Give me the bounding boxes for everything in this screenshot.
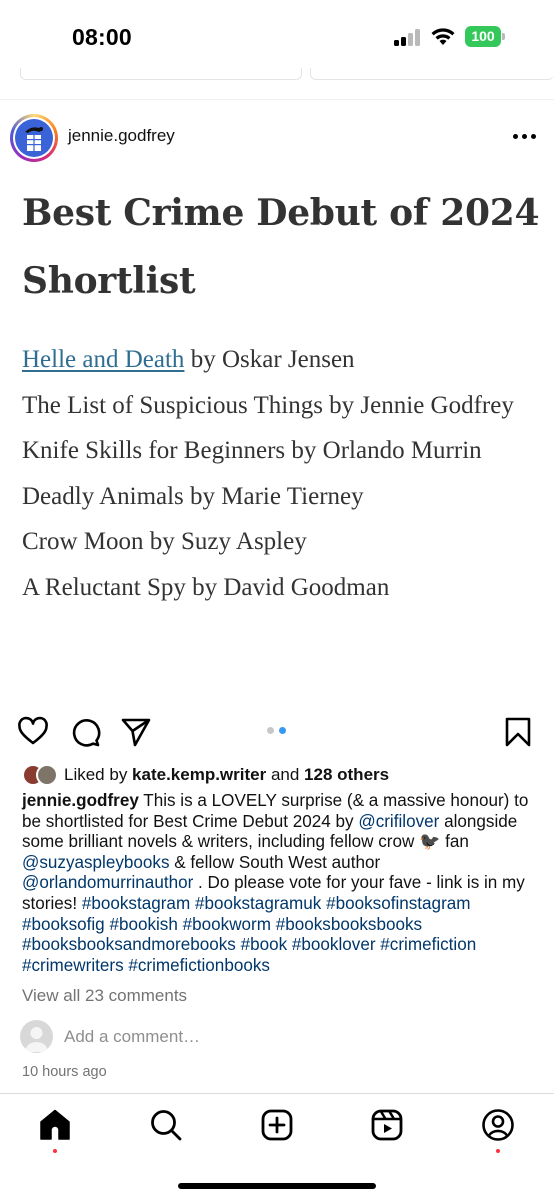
wifi-icon	[431, 28, 455, 45]
hashtag[interactable]: #bookstagramuk	[195, 894, 321, 913]
hashtag[interactable]: #bookstagram	[82, 894, 190, 913]
signal-icon	[394, 29, 422, 46]
book-item: Deadly Animals by Marie Tierney	[22, 482, 364, 510]
comment-icon[interactable]	[69, 716, 101, 748]
reels-icon[interactable]	[370, 1108, 404, 1142]
shortlist-title: Best Crime Debut of 2024 Shortlist	[22, 192, 540, 302]
hashtag[interactable]: #book	[241, 935, 288, 954]
home-icon[interactable]	[38, 1108, 72, 1142]
divider	[0, 99, 554, 100]
story-ring-avatar[interactable]	[10, 114, 58, 162]
hashtag[interactable]: #bookish	[109, 915, 177, 934]
mention[interactable]: @suzyaspleybooks	[22, 853, 170, 872]
book-item: A Reluctant Spy by David Goodman	[22, 573, 390, 601]
hashtag[interactable]: #booksofig	[22, 915, 105, 934]
hashtag[interactable]: #booksbooksbooks	[276, 915, 422, 934]
book-item: The List of Suspicious Things by Jennie …	[22, 391, 514, 419]
battery-icon: 100	[465, 26, 505, 47]
hashtag[interactable]: #crimefictionbooks	[128, 956, 270, 975]
hashtag[interactable]: #bookworm	[183, 915, 271, 934]
home-indicator[interactable]	[178, 1183, 376, 1189]
liker-username[interactable]: kate.kemp.writer	[132, 765, 266, 784]
post-image[interactable]: Best Crime Debut of 2024 Shortlist Helle…	[0, 165, 554, 705]
battery-level: 100	[465, 26, 501, 47]
view-all-comments-link[interactable]: View all 23 comments	[22, 986, 187, 1006]
book-item: Crow Moon by Suzy Aspley	[22, 528, 307, 555]
likes-row[interactable]: Liked by kate.kemp.writer and 128 others	[22, 764, 542, 786]
more-options-icon[interactable]	[513, 134, 537, 140]
current-user-avatar	[20, 1020, 53, 1053]
hashtag[interactable]: #booklover	[292, 935, 376, 954]
hashtag[interactable]: #booksbooksandmorebooks	[22, 935, 236, 954]
post-timestamp: 10 hours ago	[22, 1064, 107, 1080]
notification-dot	[496, 1149, 500, 1153]
caption-username[interactable]: jennie.godfrey	[22, 791, 139, 810]
hashtag[interactable]: #crimewriters	[22, 956, 124, 975]
book-list: Helle and Death by Oskar Jensen The List…	[22, 337, 552, 610]
book-item: Helle and Death by Oskar Jensen	[22, 346, 355, 373]
comment-input[interactable]	[64, 1027, 484, 1047]
likes-count[interactable]: 128 others	[304, 765, 389, 784]
crow-emoji: 🐦‍⬛	[419, 832, 441, 852]
share-icon[interactable]	[120, 716, 152, 748]
status-time: 08:00	[72, 24, 132, 50]
hashtag[interactable]: #crimefiction	[380, 935, 476, 954]
notification-dot	[53, 1149, 57, 1153]
search-icon[interactable]	[149, 1108, 183, 1142]
create-icon[interactable]	[260, 1108, 294, 1142]
add-comment-row	[20, 1020, 540, 1054]
profile-icon[interactable]	[481, 1108, 515, 1142]
mention[interactable]: @orlandomurrinauthor	[22, 873, 193, 892]
post-actions	[0, 714, 554, 750]
heart-icon[interactable]	[17, 716, 49, 748]
likes-text: Liked by kate.kemp.writer and 128 others	[64, 765, 390, 784]
avatar	[15, 119, 53, 157]
post-username[interactable]: jennie.godfrey	[68, 126, 175, 146]
liker-avatars	[22, 764, 62, 786]
book-item: Knife Skills for Beginners by Orlando Mu…	[22, 437, 482, 464]
book-link[interactable]: Helle and Death	[22, 346, 184, 373]
post-header: jennie.godfrey	[0, 110, 554, 162]
mention[interactable]: @crifilover	[358, 812, 439, 831]
carousel-indicator	[267, 727, 291, 735]
bookmark-icon[interactable]	[502, 716, 534, 748]
caption: jennie.godfrey This is a LOVELY surprise…	[22, 791, 529, 975]
previous-post-edge	[0, 68, 554, 84]
hashtag[interactable]: #booksofinstagram	[326, 894, 470, 913]
status-bar: 08:00 100	[0, 0, 554, 74]
